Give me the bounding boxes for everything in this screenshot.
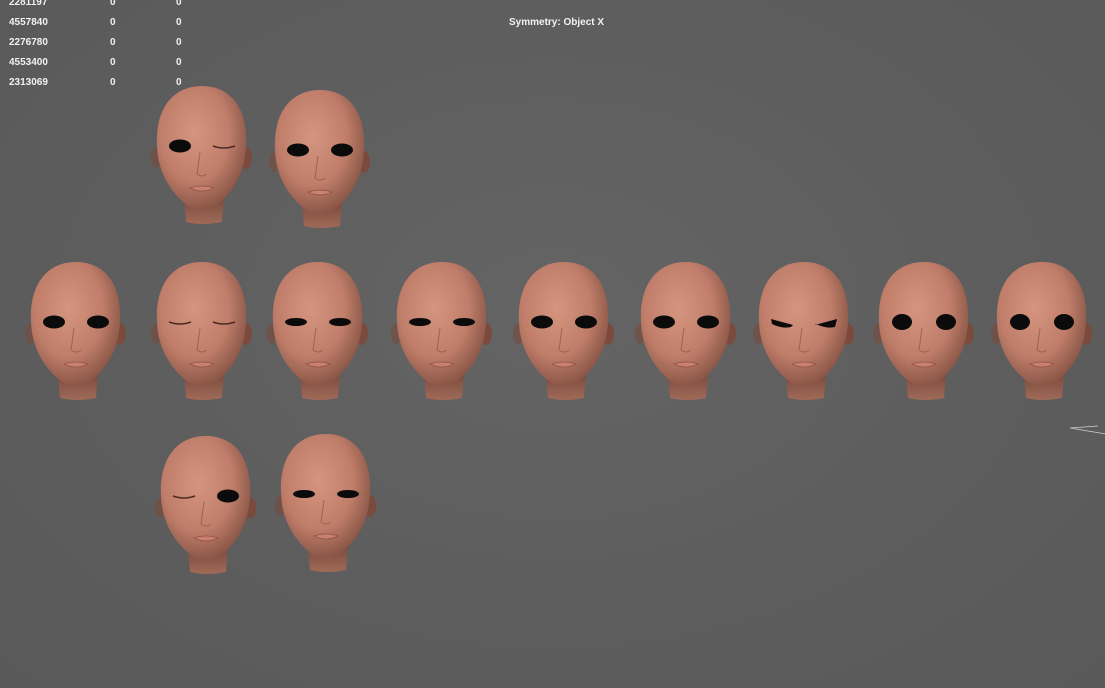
hud-value: 0 (110, 37, 116, 48)
hud-row: 2276780 0 0 (0, 33, 200, 53)
hud-value: 0 (176, 37, 182, 48)
hud-value: 0 (176, 17, 182, 28)
3d-viewport[interactable]: 2281197 0 0 4557840 0 0 2276780 0 0 4553… (0, 0, 1105, 688)
hud-value: 0 (110, 0, 116, 8)
hud-value: 2281197 (9, 0, 48, 8)
hud-value: 2313069 (9, 77, 48, 88)
head-mesh-bot-1[interactable] (150, 430, 262, 582)
head-mesh-mid-2[interactable] (146, 256, 258, 408)
manipulator-handle-icon[interactable] (1068, 420, 1105, 440)
head-mesh-mid-6[interactable] (630, 256, 742, 408)
hud-value: 0 (110, 77, 116, 88)
head-mesh-mid-9[interactable] (986, 256, 1098, 408)
hud-value: 0 (110, 17, 116, 28)
head-mesh-mid-1[interactable] (20, 256, 132, 408)
hud-value: 0 (110, 57, 116, 68)
hud-value: 0 (176, 0, 182, 8)
head-mesh-mid-5[interactable] (508, 256, 620, 408)
hud-value: 2276780 (9, 37, 48, 48)
hud-row: 4557840 0 0 (0, 13, 200, 33)
head-mesh-mid-7[interactable] (748, 256, 860, 408)
hud-value: 4553400 (9, 57, 48, 68)
head-mesh-mid-3[interactable] (262, 256, 374, 408)
head-mesh-top-2[interactable] (264, 84, 376, 236)
hud-row: 4553400 0 0 (0, 53, 200, 73)
hud-value: 4557840 (9, 17, 48, 28)
head-mesh-mid-8[interactable] (868, 256, 980, 408)
head-mesh-top-1[interactable] (146, 80, 258, 232)
symmetry-indicator: Symmetry: Object X (509, 17, 605, 28)
head-mesh-bot-2[interactable] (270, 428, 382, 580)
hud-value: 0 (176, 57, 182, 68)
head-mesh-mid-4[interactable] (386, 256, 498, 408)
hud-row: 2281197 0 0 (0, 0, 200, 13)
